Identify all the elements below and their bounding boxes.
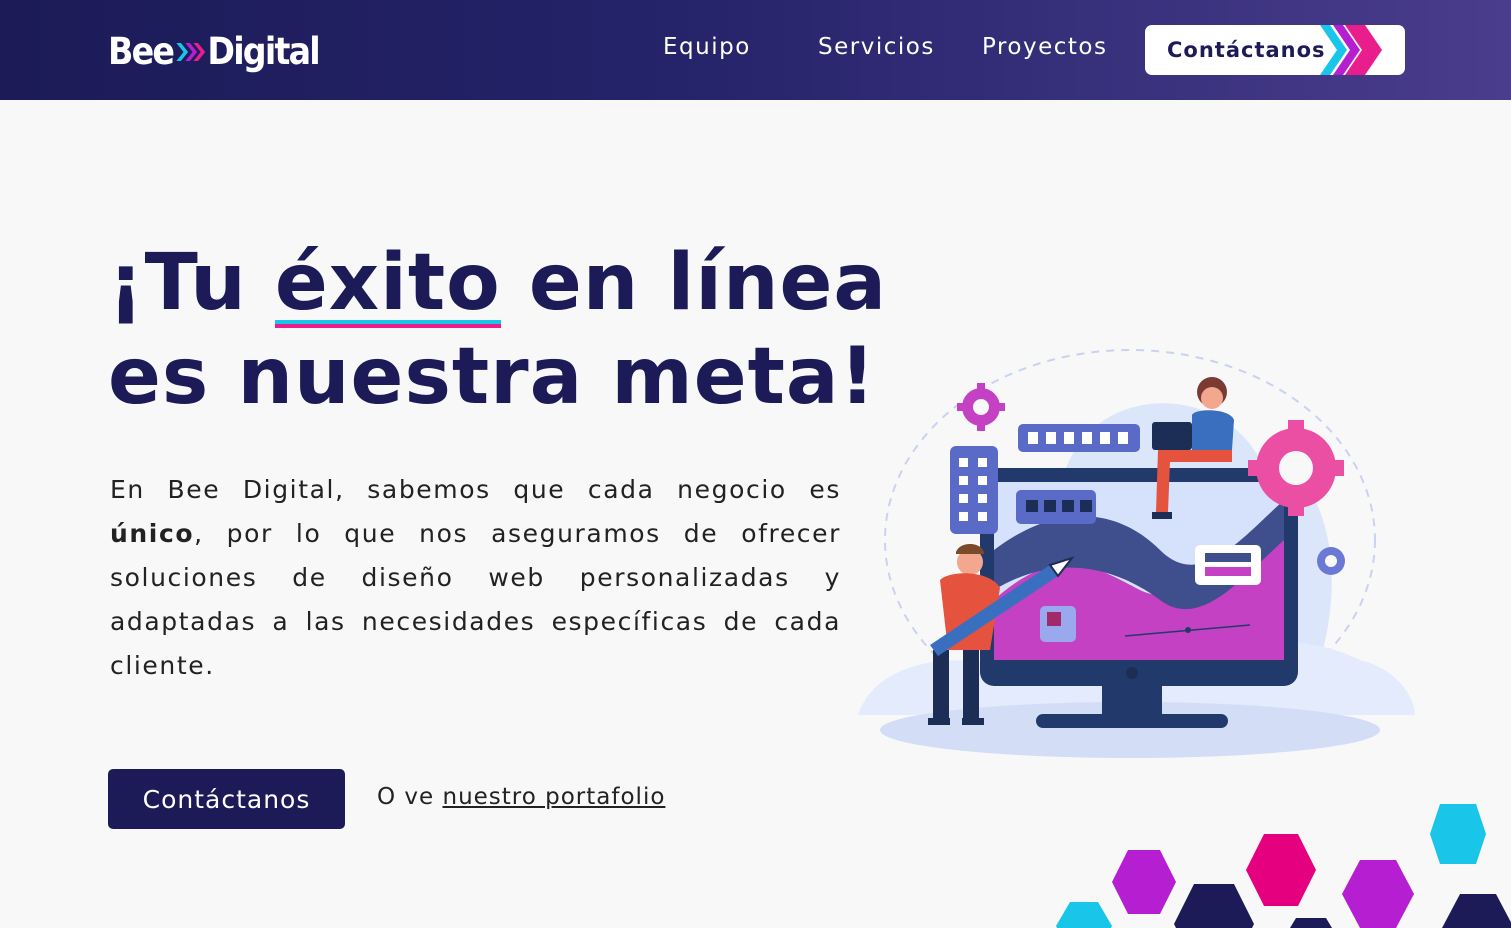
portfolio-prefix: O ve (377, 784, 443, 810)
hero-title-start: ¡Tu (108, 238, 275, 328)
hero-paragraph-start: En Bee Digital, sabemos que cada negocio… (110, 475, 841, 504)
logo-chevron-icon (175, 30, 206, 73)
top-navbar: Bee Digital Equipo Servicios Proyectos Co… (0, 0, 1511, 100)
hero-contact-button[interactable]: Contáctanos (108, 769, 345, 829)
tool-panel (950, 446, 998, 534)
nav-link-servicios[interactable]: Servicios (818, 34, 935, 60)
hero-title: ¡Tu éxito en línea es nuestra meta! (108, 236, 888, 424)
logo[interactable]: Bee Digital (108, 27, 342, 75)
hero-title-highlight-text: éxito (274, 238, 501, 328)
portfolio-link[interactable]: nuestro portafolio (443, 784, 666, 810)
hero-paragraph: En Bee Digital, sabemos que cada negocio… (110, 468, 841, 688)
hero-illustration (858, 349, 1415, 758)
nav-link-equipo[interactable]: Equipo (663, 34, 751, 60)
nav-contact-button[interactable]: Contáctanos (1145, 25, 1405, 75)
monitor-base (1036, 714, 1228, 728)
hero-paragraph-bold: único (110, 519, 195, 548)
hero-title-highlight: éxito (274, 236, 501, 330)
nav-link-proyectos[interactable]: Proyectos (982, 34, 1107, 60)
chevron-right-icon (1320, 25, 1382, 75)
palette-card (1195, 545, 1261, 585)
hero-paragraph-end: , por lo que nos aseguramos de ofrecer s… (110, 519, 841, 680)
nav-contact-label: Contáctanos (1167, 38, 1326, 62)
logo-word-digital: Digital (207, 29, 320, 73)
gear-icon (957, 383, 1005, 431)
layer-square (1047, 612, 1061, 626)
palette-bar-pink (1205, 567, 1251, 576)
palette-bar-navy (1205, 553, 1251, 562)
hexagon-decoration (1056, 804, 1511, 928)
logo-text: Bee Digital (108, 29, 321, 73)
portfolio-hint: O ve nuestro portafolio (377, 784, 665, 810)
logo-word-bee: Bee (108, 29, 175, 73)
highlight-underline (274, 320, 501, 328)
monitor-neck (1102, 686, 1162, 716)
gear-icon (1317, 547, 1345, 575)
monitor-button (1126, 667, 1138, 679)
bezier-node (1185, 627, 1191, 633)
